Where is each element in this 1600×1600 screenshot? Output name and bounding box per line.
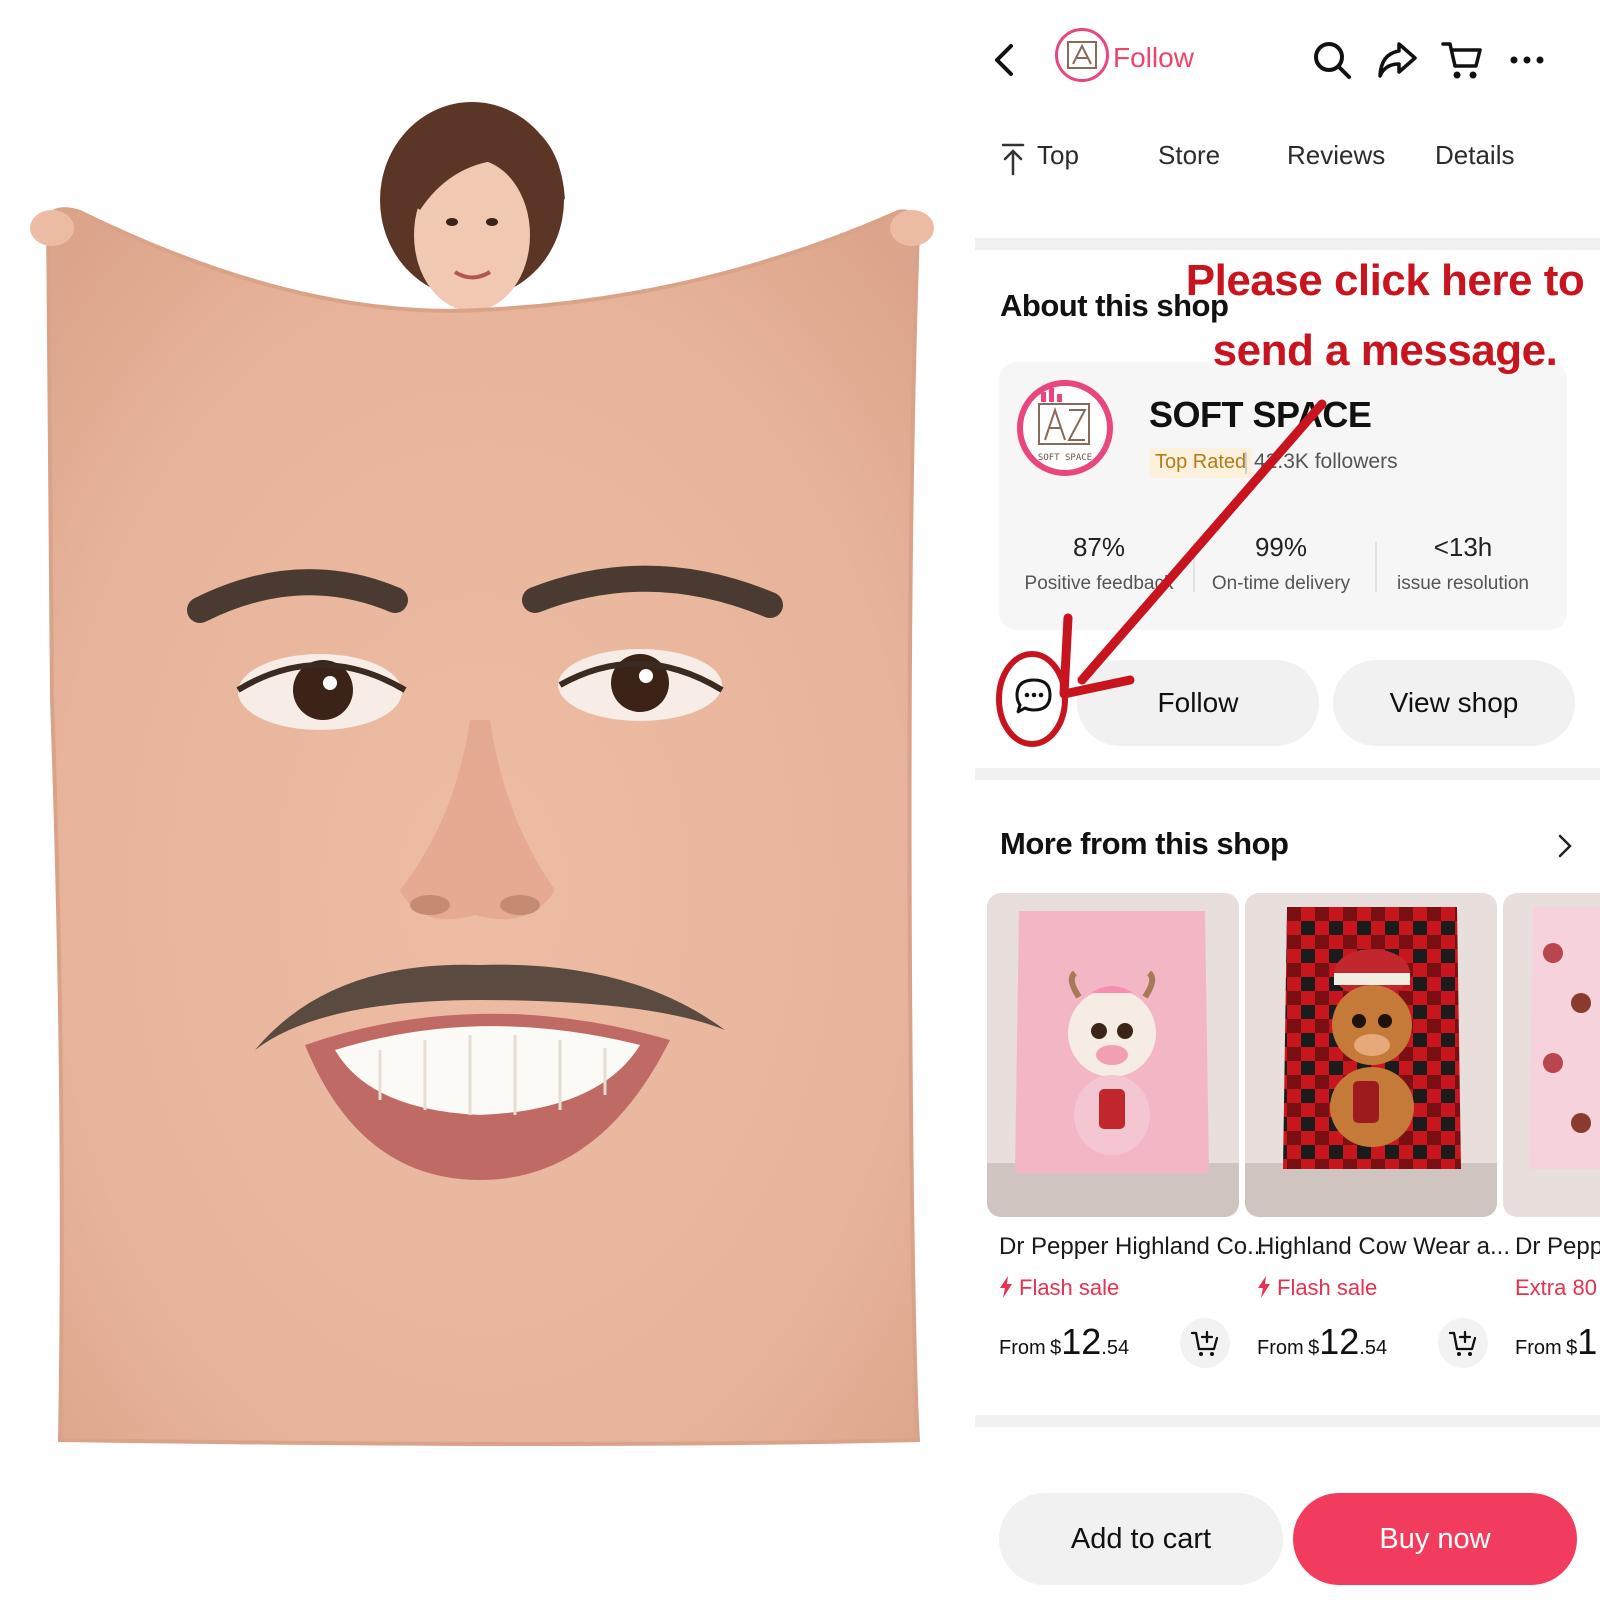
search-icon[interactable] bbox=[1310, 38, 1354, 82]
chat-bubble-icon[interactable] bbox=[1011, 674, 1057, 720]
product-image[interactable] bbox=[987, 893, 1239, 1217]
product-price: From $12.54 bbox=[1257, 1321, 1387, 1363]
top-bar: Follow bbox=[975, 20, 1600, 100]
shop-logo-mark-icon bbox=[1067, 41, 1097, 69]
stat-positive-feedback: 87% Positive feedback bbox=[1009, 532, 1189, 595]
product-photo bbox=[0, 0, 960, 1600]
model-head bbox=[380, 102, 565, 311]
product-thumbnail bbox=[1245, 893, 1497, 1217]
add-to-cart-mini-button[interactable] bbox=[1438, 1318, 1488, 1368]
price-currency: $ bbox=[1566, 1337, 1578, 1359]
tab-store[interactable]: Store bbox=[1158, 140, 1220, 171]
chevron-right-icon[interactable] bbox=[1555, 830, 1575, 862]
stat-value: 99% bbox=[1254, 532, 1308, 562]
stat-on-time-delivery: 99% On-time delivery bbox=[1191, 532, 1371, 595]
shop-logo-small[interactable] bbox=[1055, 28, 1109, 82]
price-integer: 1 bbox=[1577, 1321, 1598, 1362]
badge-divider bbox=[1245, 452, 1247, 474]
annotation-line-1: Please click here to bbox=[1185, 256, 1585, 305]
product-card[interactable]: Dr Peppe Extra 80 From $1 bbox=[1503, 893, 1600, 1363]
logo-text: SOFT SPACE bbox=[1038, 453, 1092, 463]
section-divider bbox=[975, 1415, 1600, 1427]
flash-sale-text: Flash sale bbox=[1277, 1275, 1378, 1300]
lightning-icon bbox=[1258, 1276, 1270, 1298]
product-thumbnail bbox=[1503, 893, 1600, 1217]
flash-sale-label: Flash sale bbox=[1257, 1275, 1377, 1301]
shop-panel: Follow Top Store Reviews Details About t… bbox=[975, 0, 1600, 1600]
price-currency: $ bbox=[1050, 1337, 1062, 1359]
flash-sale-text: Flash sale bbox=[1019, 1275, 1120, 1300]
cart-plus-icon bbox=[1190, 1330, 1219, 1356]
add-to-cart-button[interactable]: Add to cart bbox=[999, 1493, 1283, 1585]
back-icon[interactable] bbox=[985, 40, 1025, 80]
price-from: From bbox=[999, 1337, 1046, 1359]
product-title[interactable]: Highland Cow Wear a... bbox=[1257, 1233, 1510, 1261]
top-rated-badge: Top Rated bbox=[1149, 448, 1253, 478]
product-title[interactable]: Dr Peppe bbox=[1515, 1233, 1600, 1261]
product-price: From $12.54 bbox=[999, 1321, 1129, 1363]
shop-info-card[interactable]: SOFT SPACE SOFT SPACE Top Rated 42.3K fo… bbox=[999, 362, 1567, 630]
tab-top[interactable]: Top bbox=[1037, 140, 1079, 171]
price-currency: $ bbox=[1308, 1337, 1320, 1359]
cart-icon[interactable] bbox=[1440, 38, 1484, 82]
view-shop-button[interactable]: View shop bbox=[1333, 660, 1575, 746]
bottom-action-bar: Add to cart Buy now bbox=[975, 1485, 1600, 1600]
shop-logo[interactable]: SOFT SPACE bbox=[1017, 380, 1113, 476]
shop-name[interactable]: SOFT SPACE bbox=[1149, 394, 1372, 436]
flash-sale-label: Flash sale bbox=[999, 1275, 1119, 1301]
product-card[interactable]: Highland Cow Wear a... Flash sale From $… bbox=[1245, 893, 1510, 1368]
share-icon[interactable] bbox=[1375, 38, 1419, 82]
product-thumbnail bbox=[987, 893, 1239, 1217]
shop-logo-mark-icon: SOFT SPACE bbox=[1038, 388, 1092, 463]
product-image[interactable] bbox=[1503, 893, 1600, 1217]
more-from-shop-heading: More from this shop bbox=[1000, 826, 1289, 861]
price-from: From bbox=[1257, 1337, 1304, 1359]
blanket-face-illustration bbox=[30, 102, 934, 1446]
stat-issue-resolution: <13h issue resolution bbox=[1373, 532, 1553, 595]
price-cents: .54 bbox=[1101, 1337, 1130, 1359]
arrow-up-top-icon bbox=[1001, 143, 1025, 176]
tab-details[interactable]: Details bbox=[1435, 140, 1514, 171]
add-to-cart-mini-button[interactable] bbox=[1180, 1318, 1230, 1368]
promo-label: Extra 80 bbox=[1515, 1275, 1597, 1300]
price-integer: 12 bbox=[1319, 1321, 1360, 1362]
price-cents: .54 bbox=[1359, 1337, 1388, 1359]
product-image[interactable] bbox=[1245, 893, 1497, 1217]
stat-label: issue resolution bbox=[1396, 573, 1530, 594]
followers-count: 42.3K followers bbox=[1254, 450, 1398, 473]
more-icon[interactable] bbox=[1505, 38, 1549, 82]
product-price: From $1 bbox=[1515, 1321, 1597, 1363]
stat-value: 87% bbox=[1072, 532, 1126, 562]
buy-now-button[interactable]: Buy now bbox=[1293, 1493, 1577, 1585]
product-title[interactable]: Dr Pepper Highland Co... bbox=[999, 1233, 1267, 1261]
tab-reviews[interactable]: Reviews bbox=[1287, 140, 1385, 171]
message-shop-button[interactable] bbox=[995, 650, 1069, 748]
price-integer: 12 bbox=[1061, 1321, 1102, 1362]
annotation-callout: Please click here to send a message. bbox=[1185, 246, 1585, 386]
follow-shop-button[interactable]: Follow bbox=[1077, 660, 1319, 746]
lightning-icon bbox=[1000, 1276, 1012, 1298]
stat-label: On-time delivery bbox=[1211, 573, 1351, 594]
topbar-follow-link[interactable]: Follow bbox=[1113, 42, 1194, 74]
product-card[interactable]: Dr Pepper Highland Co... Flash sale From… bbox=[987, 893, 1267, 1368]
stat-value: <13h bbox=[1433, 532, 1493, 562]
cart-plus-icon bbox=[1448, 1330, 1477, 1356]
section-divider bbox=[975, 768, 1600, 780]
annotation-line-2: send a message. bbox=[1212, 326, 1558, 375]
price-from: From bbox=[1515, 1337, 1562, 1359]
stat-label: Positive feedback bbox=[1024, 573, 1174, 594]
section-tabs: Top Store Reviews Details bbox=[975, 130, 1600, 190]
